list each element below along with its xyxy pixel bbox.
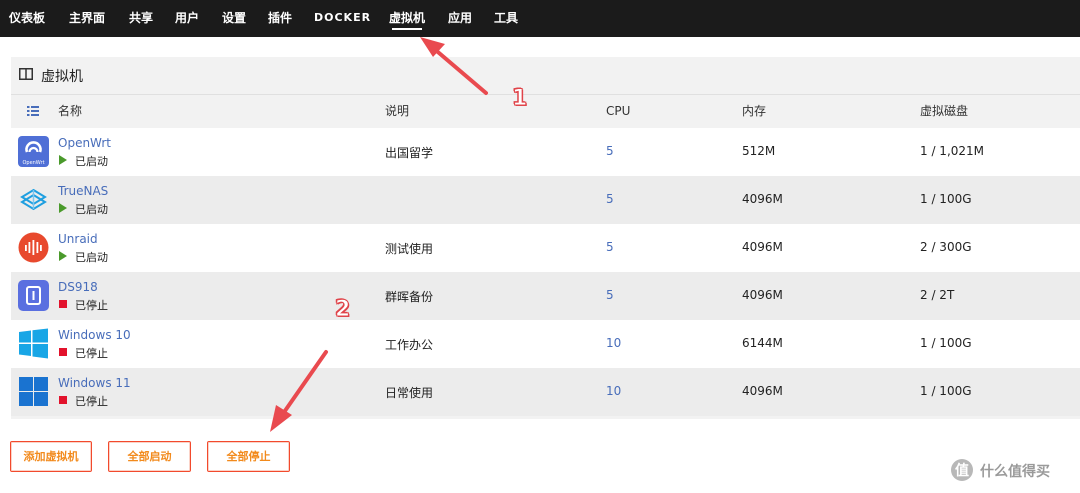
arrow-2 bbox=[270, 350, 328, 432]
annotation-number-1: 1 bbox=[511, 86, 528, 112]
annotation-layer bbox=[270, 37, 488, 432]
smzdm-logo-icon: 值 bbox=[951, 459, 973, 481]
arrow-1 bbox=[420, 37, 488, 95]
watermark-text: 什么值得买 bbox=[980, 464, 1050, 480]
annotation-number-2: 2 bbox=[334, 297, 351, 323]
svg-text:值: 值 bbox=[955, 462, 969, 479]
